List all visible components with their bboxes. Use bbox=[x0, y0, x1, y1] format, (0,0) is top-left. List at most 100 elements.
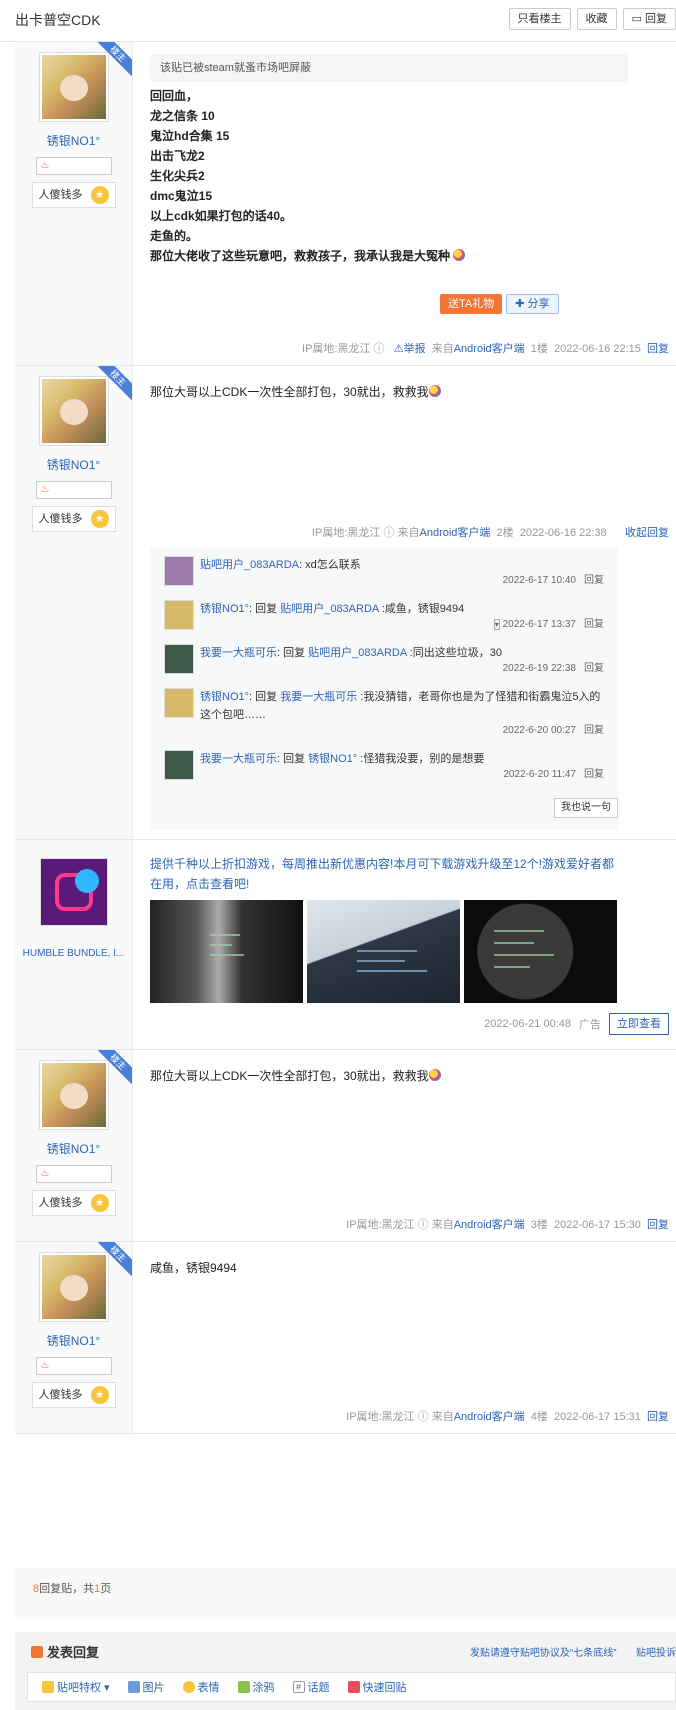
emoji-icon bbox=[428, 385, 441, 397]
comment-text: 贴吧用户_083ARDA: xd怎么联系 bbox=[200, 559, 361, 571]
advertiser-logo[interactable] bbox=[39, 858, 108, 926]
post-time: 2022-06-16 22:38 bbox=[519, 527, 607, 539]
ad-time: 2022-06-21 00:48 bbox=[484, 1018, 571, 1030]
post-line: 出击飞龙2 bbox=[150, 149, 205, 163]
crown-icon bbox=[42, 1681, 54, 1693]
topic-tool[interactable]: # 话题 bbox=[292, 1679, 330, 1695]
client-link[interactable]: Android客户端 bbox=[454, 1411, 525, 1423]
post-time: 2022-06-17 15:31 bbox=[554, 1411, 641, 1423]
reply-button[interactable]: ▭ 回复 bbox=[622, 8, 676, 30]
emoji-tool[interactable]: 表情 bbox=[182, 1679, 220, 1695]
post-floor-4: 楼主 锈银NO1° ♨ 人傻钱多 ★ 咸鱼，锈银9494 IP属地:黑龙江 ⓘ 来… bbox=[15, 1242, 676, 1434]
collapse-replies-link[interactable]: 收起回复 bbox=[625, 527, 669, 539]
floor-number: 3楼 bbox=[530, 1219, 548, 1231]
post-line: 那位大佬收了这些玩意吧，救救孩子，我承认我是大冤种 bbox=[150, 246, 676, 266]
send-gift-button[interactable]: 送TA礼物 bbox=[440, 294, 503, 314]
comment-target-user[interactable]: 贴吧用户_083ARDA bbox=[308, 647, 406, 659]
post-line: 走鱼的。 bbox=[150, 229, 199, 243]
avatar[interactable] bbox=[38, 1060, 109, 1130]
comment-target-user[interactable]: 我要一大瓶可乐 bbox=[280, 691, 357, 703]
only-op-button[interactable]: 只看楼主 bbox=[508, 8, 571, 30]
post-time: 2022-06-16 22:15 bbox=[554, 343, 641, 355]
client-link[interactable]: Android客户端 bbox=[454, 1219, 525, 1231]
ip-location: IP属地:黑龙江 bbox=[311, 527, 381, 539]
view-now-button[interactable]: 立即查看 bbox=[609, 1013, 669, 1035]
post-line: 回回血， bbox=[150, 89, 199, 103]
comment-avatar[interactable] bbox=[164, 600, 194, 630]
client-link[interactable]: Android客户端 bbox=[454, 343, 525, 355]
image-tool[interactable]: 图片 bbox=[127, 1679, 165, 1695]
from-label: 来自 bbox=[397, 527, 420, 539]
page-summary: 8回复贴，共1页 bbox=[15, 1568, 676, 1620]
complaint-link[interactable]: 贴吧投诉 bbox=[636, 1648, 676, 1659]
share-button[interactable]: ✚ 分享 bbox=[506, 294, 559, 314]
comment-avatar[interactable] bbox=[164, 556, 194, 586]
favorite-button[interactable]: 收藏 bbox=[576, 8, 617, 30]
user-tag: 人傻钱多 ★ bbox=[31, 1382, 116, 1408]
doodle-tool[interactable]: 涂鸦 bbox=[237, 1679, 275, 1695]
author-panel: 楼主 锈银NO1° ♨ 人傻钱多 ★ bbox=[15, 1242, 133, 1433]
author-name[interactable]: 锈银NO1° bbox=[15, 456, 132, 473]
post-text: 那位大哥以上CDK一次性全部打包，30就出，救救我 bbox=[150, 382, 676, 402]
comment-target-user[interactable]: 贴吧用户_083ARDA bbox=[280, 603, 378, 615]
hash-icon: # bbox=[292, 1681, 305, 1693]
reply-link[interactable]: 回复 bbox=[647, 343, 669, 355]
user-tag: 人傻钱多 ★ bbox=[31, 182, 116, 208]
ad-post: HUMBLE BUNDLE, I... 提供千种以上折扣游戏，每周推出新优惠内容… bbox=[15, 840, 676, 1050]
comment-user[interactable]: 锈银NO1° bbox=[200, 691, 249, 703]
comment-avatar[interactable] bbox=[164, 644, 194, 674]
star-icon: ★ bbox=[90, 186, 109, 204]
comment-thread: 贴吧用户_083ARDA: xd怎么联系 2022-6-17 10:40 回复 锈… bbox=[150, 548, 618, 830]
emoji-icon bbox=[428, 1069, 441, 1081]
comment-user[interactable]: 我要一大瓶可乐 bbox=[200, 753, 277, 765]
comment-text: 锈银NO1°: 回复 贴吧用户_083ARDA :咸鱼，锈银9494 bbox=[200, 603, 465, 615]
comment-text: 我要一大瓶可乐: 回复 贴吧用户_083ARDA :同出这些垃圾，30 bbox=[200, 647, 502, 659]
rules-link[interactable]: 发贴请遵守贴吧协议及“七条底线” bbox=[470, 1648, 617, 1659]
post-content: 该贴已被steam就蚤市场吧屏蔽 回回血， 龙之信条 10 鬼泣hd合集 15 … bbox=[133, 42, 676, 365]
flame-icon: ♨ bbox=[40, 1168, 50, 1179]
brush-icon bbox=[237, 1681, 250, 1693]
add-comment-button[interactable]: 我也说一句 bbox=[554, 798, 618, 818]
comment-user[interactable]: 贴吧用户_083ARDA bbox=[200, 559, 299, 571]
reply-link[interactable]: 回复 bbox=[647, 1219, 669, 1231]
client-link[interactable]: Android客户端 bbox=[420, 527, 491, 539]
ad-image[interactable] bbox=[464, 900, 617, 1003]
comment-reply-link[interactable]: 回复 bbox=[584, 725, 604, 736]
user-tag-label: 人傻钱多 bbox=[38, 189, 83, 201]
comment-reply-link[interactable]: 回复 bbox=[584, 663, 604, 674]
user-tag-label: 人傻钱多 bbox=[38, 1197, 83, 1209]
reply-link[interactable]: 回复 bbox=[647, 1411, 669, 1423]
ad-image[interactable] bbox=[150, 900, 303, 1003]
avatar[interactable] bbox=[38, 376, 109, 446]
user-tag: 人傻钱多 ★ bbox=[31, 506, 116, 532]
author-name[interactable]: 锈银NO1° bbox=[15, 132, 132, 149]
quick-reply-tool[interactable]: 快速回贴 bbox=[347, 1679, 407, 1695]
comment-reply-link[interactable]: 回复 bbox=[584, 769, 604, 780]
comment-user[interactable]: 我要一大瓶可乐 bbox=[200, 647, 277, 659]
post-line: dmc鬼泣15 bbox=[150, 189, 213, 203]
from-label: 来自 bbox=[431, 1219, 454, 1231]
advertiser-name[interactable]: HUMBLE BUNDLE, I... bbox=[15, 948, 132, 959]
post-line: 生化尖兵2 bbox=[150, 169, 205, 183]
report-link[interactable]: ⚠举报 bbox=[394, 343, 426, 355]
chevron-down-icon: ▾ bbox=[104, 1681, 110, 1694]
avatar[interactable] bbox=[38, 1252, 109, 1322]
comment-target-user[interactable]: 锈银NO1° bbox=[308, 753, 357, 765]
flame-icon: ♨ bbox=[40, 484, 50, 495]
comment-avatar[interactable] bbox=[164, 750, 194, 780]
smile-icon bbox=[182, 1681, 195, 1693]
expand-icon[interactable]: ▾ bbox=[493, 619, 500, 630]
privilege-menu[interactable]: 贴吧特权 ▾ bbox=[42, 1679, 110, 1695]
comment-reply-link[interactable]: 回复 bbox=[584, 575, 604, 586]
author-name[interactable]: 锈银NO1° bbox=[15, 1332, 132, 1349]
comment-meta: 2022-6-20 11:47 回复 bbox=[503, 769, 604, 780]
comment-user[interactable]: 锈银NO1° bbox=[200, 603, 249, 615]
comment-avatar[interactable] bbox=[164, 688, 194, 718]
avatar[interactable] bbox=[38, 52, 109, 122]
author-name[interactable]: 锈银NO1° bbox=[15, 1140, 132, 1157]
ad-text[interactable]: 提供千种以上折扣游戏，每周推出新优惠内容!本月可下载游戏升级至12个!游戏爱好者… bbox=[150, 854, 616, 894]
post-text: 咸鱼，锈银9494 bbox=[150, 1261, 237, 1275]
ad-image[interactable] bbox=[307, 900, 460, 1003]
level-badge: ♨ bbox=[35, 1357, 112, 1375]
comment-reply-link[interactable]: 回复 bbox=[584, 619, 604, 630]
